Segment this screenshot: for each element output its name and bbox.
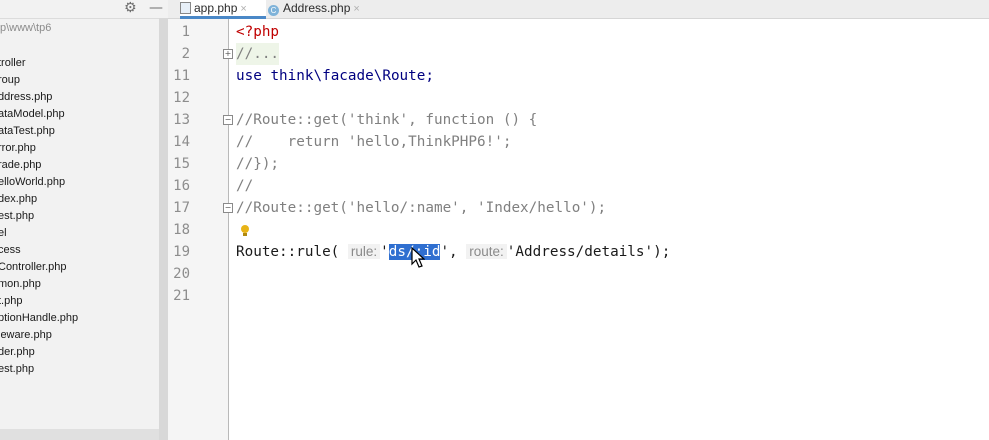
php-file-icon — [180, 2, 191, 14]
file-tree-item[interactable]: est.php — [0, 208, 159, 225]
mouse-pointer-icon — [411, 247, 425, 268]
keyword-use: use — [236, 68, 271, 84]
file-tree-item[interactable]: ataModel.php — [0, 106, 159, 123]
code-line-1[interactable]: <?php — [236, 21, 279, 43]
line-number: 21 — [173, 288, 190, 304]
code-line-2[interactable]: //... — [236, 43, 280, 65]
line-number: 11 — [173, 68, 190, 84]
gear-icon[interactable]: ⚙ — [124, 0, 137, 17]
file-tree-item[interactable]: leware.php — [0, 327, 159, 344]
tab-label: app.php — [194, 1, 238, 15]
project-path: p\www\tp6 — [0, 22, 52, 34]
line-number: 19 — [173, 244, 190, 260]
editor-tab-bar: app.php × C Address.php × — [168, 0, 989, 19]
line-number: 16 — [173, 178, 190, 194]
file-tree-item[interactable]: der.php — [0, 344, 159, 361]
lightbulb-icon[interactable] — [240, 224, 250, 238]
fold-collapse-icon[interactable]: − — [223, 115, 233, 125]
route-call: Route::rule( — [236, 244, 340, 260]
quote-comma: ', — [440, 244, 458, 260]
route-target: 'Address/details'); — [506, 244, 671, 260]
line-number: 14 — [173, 134, 190, 150]
file-tree-item[interactable]: rade.php — [0, 157, 159, 174]
file-tree-item[interactable]: dex.php — [0, 191, 159, 208]
line-number: 17 — [173, 200, 190, 216]
line-number: 15 — [173, 156, 190, 172]
file-tree: troller roup ddress.php ataModel.php ataTest… — [0, 55, 159, 378]
namespace-path: think\facade\Route; — [270, 68, 434, 84]
sidebar-scrollbar[interactable] — [159, 18, 168, 440]
fold-collapse-icon[interactable]: − — [223, 203, 233, 213]
line-number: 1 — [181, 24, 190, 40]
line-number: 20 — [173, 266, 190, 282]
file-tree-item[interactable]: elloWorld.php — [0, 174, 159, 191]
tab-address-php[interactable]: C Address.php × — [268, 0, 368, 18]
code-line-15[interactable]: //}); — [236, 153, 279, 175]
close-icon[interactable]: × — [240, 3, 246, 15]
minimize-icon[interactable]: — — [149, 0, 163, 17]
line-number: 18 — [173, 222, 190, 238]
code-line-19[interactable]: Route::rule( rule:'ds/:id', route:'Addre… — [236, 241, 670, 263]
param-hint-rule: rule: — [347, 244, 381, 259]
param-hint-route: route: — [466, 244, 507, 259]
line-number: 12 — [173, 90, 190, 106]
file-tree-item[interactable]: est.php — [0, 361, 159, 378]
file-tree-item[interactable]: mon.php — [0, 276, 159, 293]
quote: ' — [380, 244, 389, 260]
code-line-16[interactable]: // — [236, 175, 253, 197]
file-tree-item[interactable]: troller — [0, 55, 159, 72]
file-tree-item[interactable]: ataTest.php — [0, 123, 159, 140]
file-tree-item[interactable]: el — [0, 225, 159, 242]
fold-expand-icon[interactable]: + — [223, 49, 233, 59]
file-tree-item[interactable]: Controller.php — [0, 259, 159, 276]
line-number: 13 — [173, 112, 190, 128]
file-tree-item[interactable]: ddress.php — [0, 89, 159, 106]
file-tree-item[interactable]: ptionHandle.php — [0, 310, 159, 327]
code-line-11[interactable]: use think\facade\Route; — [236, 65, 434, 87]
gutter-divider — [228, 19, 229, 440]
tab-app-php[interactable]: app.php × — [180, 0, 266, 19]
code-line-17[interactable]: //Route::get('hello/:name', 'Index/hello… — [236, 197, 606, 219]
sidebar-toolbar: ⚙ — — [0, 0, 168, 19]
file-tree-item[interactable]: t.php — [0, 293, 159, 310]
line-number: 2 — [181, 46, 190, 62]
file-tree-item[interactable]: cess — [0, 242, 159, 259]
class-file-icon: C — [268, 5, 279, 16]
close-icon[interactable]: × — [353, 3, 359, 15]
tab-label: Address.php — [283, 1, 351, 15]
code-line-14[interactable]: // return 'hello,ThinkPHP6!'; — [236, 131, 511, 153]
file-tree-item[interactable]: roup — [0, 72, 159, 89]
sidebar-horizontal-scrollbar[interactable] — [0, 429, 159, 440]
project-sidebar: p\www\tp6 troller roup ddress.php ataModel.… — [0, 0, 159, 440]
file-tree-item[interactable]: rror.php — [0, 140, 159, 157]
code-line-13[interactable]: //Route::get('think', function () { — [236, 109, 537, 131]
